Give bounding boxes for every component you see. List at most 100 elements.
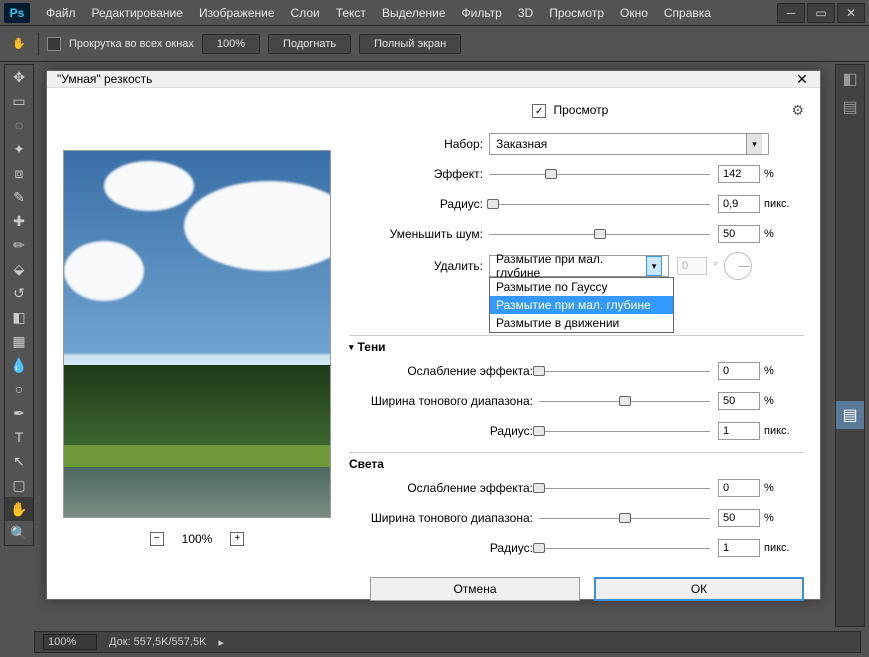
panel-icon-layers[interactable]: ▤: [836, 401, 864, 429]
shadows-fade-label: Ослабление эффекта:: [349, 364, 539, 378]
highlights-radius-label: Радиус:: [349, 541, 539, 555]
menu-filter[interactable]: Фильтр: [454, 6, 510, 20]
highlights-title: Света: [349, 457, 384, 471]
path-select-tool[interactable]: ↖: [5, 449, 33, 473]
zoom-100-button[interactable]: 100%: [202, 34, 260, 54]
noise-input[interactable]: [718, 225, 760, 243]
highlights-radius-input[interactable]: [718, 539, 760, 557]
menu-image[interactable]: Изображение: [191, 6, 283, 20]
shadows-tonal-slider[interactable]: [539, 394, 710, 408]
menu-help[interactable]: Справка: [656, 6, 719, 20]
eyedropper-tool[interactable]: ✎: [5, 185, 33, 209]
highlights-fade-unit: %: [764, 482, 804, 494]
preview-image[interactable]: [63, 150, 331, 518]
shadows-tonal-label: Ширина тонового диапазона:: [349, 394, 539, 408]
fit-button[interactable]: Подогнать: [268, 34, 351, 54]
type-tool[interactable]: T: [5, 425, 33, 449]
preview-checkbox[interactable]: ✓: [532, 104, 546, 118]
dialog-title: "Умная" резкость: [57, 72, 152, 86]
maximize-button[interactable]: ▭: [807, 3, 835, 23]
marquee-tool[interactable]: ▭: [5, 89, 33, 113]
shadows-fade-unit: %: [764, 365, 804, 377]
ok-button[interactable]: ОК: [594, 577, 804, 601]
cancel-button[interactable]: Отмена: [370, 577, 580, 601]
dialog-titlebar: "Умная" резкость ✕: [47, 71, 820, 88]
pen-tool[interactable]: ✒: [5, 401, 33, 425]
right-panel: ◧ ▤ ▤: [835, 64, 865, 627]
fullscreen-button[interactable]: Полный экран: [359, 34, 461, 54]
lasso-tool[interactable]: ◌: [5, 113, 33, 137]
preset-value: Заказная: [496, 137, 547, 151]
status-arrow-icon[interactable]: ▸: [218, 636, 224, 649]
shadows-fade-input[interactable]: [718, 362, 760, 380]
radius-input[interactable]: [718, 195, 760, 213]
remove-option-lens[interactable]: Размытие при мал. глубине: [490, 296, 673, 314]
move-tool[interactable]: ✥: [5, 65, 33, 89]
status-zoom[interactable]: 100%: [43, 634, 97, 650]
dialog-close-button[interactable]: ✕: [794, 71, 810, 87]
panel-icon-1[interactable]: ◧: [836, 65, 864, 93]
zoom-in-button[interactable]: +: [230, 532, 244, 546]
remove-value: Размытие при мал. глубине: [496, 252, 646, 280]
shadows-tonal-input[interactable]: [718, 392, 760, 410]
shadows-radius-slider[interactable]: [539, 424, 710, 438]
brush-tool[interactable]: ✏: [5, 233, 33, 257]
shadows-disclosure-icon[interactable]: ▾: [349, 342, 354, 353]
zoom-tool[interactable]: 🔍: [5, 521, 33, 545]
preset-dropdown[interactable]: Заказная ▾: [489, 133, 769, 155]
scroll-all-label: Прокрутка во всех окнах: [69, 38, 194, 50]
shadows-radius-input[interactable]: [718, 422, 760, 440]
radius-unit: пикс.: [764, 198, 804, 210]
amount-label: Эффект:: [349, 167, 489, 181]
remove-dropdown[interactable]: Размытие при мал. глубине ▾: [489, 255, 669, 277]
heal-tool[interactable]: ✚: [5, 209, 33, 233]
menu-layer[interactable]: Слои: [283, 6, 328, 20]
radius-slider[interactable]: [489, 197, 710, 211]
shape-tool[interactable]: ▢: [5, 473, 33, 497]
menu-type[interactable]: Текст: [328, 6, 374, 20]
crop-tool[interactable]: ⧈: [5, 161, 33, 185]
amount-slider[interactable]: [489, 167, 710, 181]
highlights-tonal-input[interactable]: [718, 509, 760, 527]
radius-label: Радиус:: [349, 197, 489, 211]
menu-select[interactable]: Выделение: [374, 6, 454, 20]
noise-slider[interactable]: [489, 227, 710, 241]
remove-option-gauss[interactable]: Размытие по Гауссу: [490, 278, 673, 296]
shadows-tonal-unit: %: [764, 395, 804, 407]
menu-view[interactable]: Просмотр: [541, 6, 612, 20]
highlights-tonal-slider[interactable]: [539, 511, 710, 525]
settings-gear-icon[interactable]: ⚙: [791, 102, 804, 119]
menu-file[interactable]: Файл: [38, 6, 84, 20]
close-window-button[interactable]: ✕: [837, 3, 865, 23]
gradient-tool[interactable]: ▦: [5, 329, 33, 353]
menu-window[interactable]: Окно: [612, 6, 656, 20]
amount-input[interactable]: [718, 165, 760, 183]
blur-tool[interactable]: 💧: [5, 353, 33, 377]
remove-label: Удалить:: [349, 259, 489, 273]
angle-dial: [724, 252, 752, 280]
panel-icon-2[interactable]: ▤: [836, 93, 864, 121]
scroll-all-checkbox[interactable]: [47, 37, 61, 51]
hand-tool[interactable]: ✋: [5, 497, 33, 521]
stamp-tool[interactable]: ⬙: [5, 257, 33, 281]
highlights-radius-unit: пикс.: [764, 542, 804, 554]
toolbox: ✥ ▭ ◌ ✦ ⧈ ✎ ✚ ✏ ⬙ ↺ ◧ ▦ 💧 ○ ✒ T ↖ ▢ ✋ 🔍: [4, 64, 34, 546]
highlights-radius-slider[interactable]: [539, 541, 710, 555]
shadows-fade-slider[interactable]: [539, 364, 710, 378]
highlights-fade-slider[interactable]: [539, 481, 710, 495]
wand-tool[interactable]: ✦: [5, 137, 33, 161]
menu-3d[interactable]: 3D: [510, 6, 541, 20]
shadows-title: Тени: [358, 340, 386, 354]
window-controls: ─ ▭ ✕: [777, 3, 865, 23]
angle-unit: °: [713, 259, 718, 273]
zoom-out-button[interactable]: −: [150, 532, 164, 546]
eraser-tool[interactable]: ◧: [5, 305, 33, 329]
shadows-radius-unit: пикс.: [764, 425, 804, 437]
remove-option-motion[interactable]: Размытие в движении: [490, 314, 673, 332]
minimize-button[interactable]: ─: [777, 3, 805, 23]
history-brush-tool[interactable]: ↺: [5, 281, 33, 305]
chevron-down-icon: ▾: [746, 134, 762, 154]
dodge-tool[interactable]: ○: [5, 377, 33, 401]
highlights-fade-input[interactable]: [718, 479, 760, 497]
menu-edit[interactable]: Редактирование: [84, 6, 191, 20]
